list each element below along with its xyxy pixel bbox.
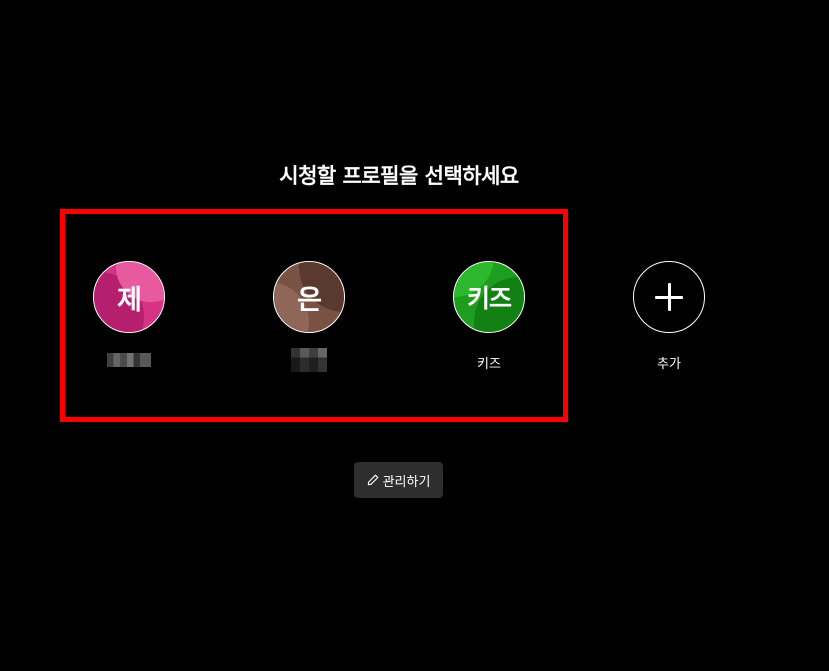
add-profile-button[interactable]: [633, 261, 705, 333]
profile-initial: 키즈: [466, 284, 512, 313]
pencil-icon: [367, 474, 378, 486]
page-title: 시청할 프로필을 선택하세요: [279, 164, 519, 188]
profile-card-1[interactable]: 제: [69, 261, 189, 367]
profile-card-2[interactable]: 은: [249, 261, 369, 372]
profile-name: 키즈: [477, 357, 501, 372]
profile-name-obscured: [291, 348, 327, 372]
manage-profiles-button[interactable]: 관리하기: [354, 462, 443, 498]
add-profile-card[interactable]: 추가: [609, 261, 729, 372]
profile-avatar-kids[interactable]: 키즈: [453, 261, 525, 333]
profile-name-obscured: [107, 353, 151, 367]
profile-avatar-2[interactable]: 은: [273, 261, 345, 333]
profile-initial: 은: [297, 284, 322, 316]
profile-card-kids[interactable]: 키즈 키즈: [429, 261, 549, 372]
plus-icon: [654, 282, 684, 312]
add-profile-label: 추가: [657, 357, 681, 372]
profile-initial: 제: [117, 284, 142, 316]
manage-button-label: 관리하기: [382, 474, 431, 490]
profile-avatar-1[interactable]: 제: [93, 261, 165, 333]
